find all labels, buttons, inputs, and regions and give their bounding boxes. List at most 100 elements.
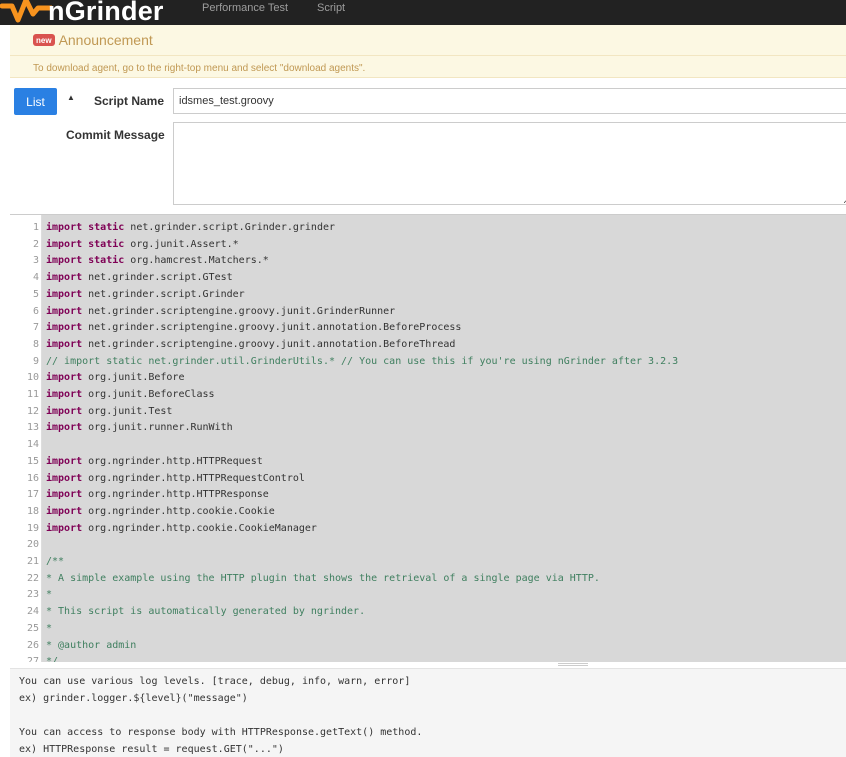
line-number: 15 <box>26 455 39 467</box>
line-number: 7 <box>32 322 39 334</box>
code-line[interactable]: 23 * <box>10 586 846 603</box>
code-keyword: import <box>46 489 83 501</box>
code-line[interactable]: 11 import org.junit.BeforeClass <box>10 386 846 403</box>
top-navbar: nGrinder Performance Test Script <box>0 0 846 25</box>
code-text: import net.grinder.script.Grinder <box>46 286 245 303</box>
code-text: import org.ngrinder.http.cookie.Cookie <box>46 503 275 520</box>
code-line[interactable]: 1 import static net.grinder.script.Grinde… <box>10 219 846 236</box>
code-keyword: import <box>46 455 83 467</box>
commit-message-input[interactable] <box>173 122 846 205</box>
code-text: import org.junit.Before <box>46 369 184 386</box>
collapse-caret-icon[interactable]: ▲ <box>67 93 75 102</box>
code-line[interactable]: 27 */ <box>10 653 846 662</box>
code-line[interactable]: 4 import net.grinder.script.GTest <box>10 269 846 286</box>
announcement-header[interactable]: new Announcement <box>10 25 846 56</box>
code-text: * <box>46 620 52 637</box>
code-line[interactable]: 3 import static org.hamcrest.Matchers.* <box>10 252 846 269</box>
code-text: import org.junit.runner.RunWith <box>46 419 233 436</box>
line-number: 11 <box>26 389 39 400</box>
code-text: * @author admin <box>46 637 136 654</box>
new-badge: new <box>33 34 55 46</box>
code-identifier: net.grinder.scriptengine.groovy.junit.an… <box>82 338 456 350</box>
code-identifier: org.junit.Before <box>82 372 185 384</box>
line-number: 20 <box>26 539 39 551</box>
code-line[interactable]: 17 import org.ngrinder.http.HTTPResponse <box>10 486 846 503</box>
script-help-panel: You can use various log levels. [trace, … <box>10 668 846 757</box>
nav-script[interactable]: Script <box>317 2 345 14</box>
code-line[interactable]: 6 import net.grinder.scriptengine.groovy.… <box>10 303 846 320</box>
line-number: 17 <box>26 489 39 501</box>
code-identifier: net.grinder.scriptengine.groovy.junit.Gr… <box>82 305 396 317</box>
code-comment: * @author admin <box>46 639 137 651</box>
code-line[interactable]: 2 import static org.junit.Assert.* <box>10 236 846 253</box>
code-comment: * <box>46 589 53 601</box>
code-line[interactable]: 10 import org.junit.Before <box>10 369 846 386</box>
code-line[interactable]: 8 import net.grinder.scriptengine.groovy.… <box>10 336 846 353</box>
code-line[interactable]: 18 import org.ngrinder.http.cookie.Cookie <box>10 503 846 520</box>
code-comment: /** <box>46 556 65 567</box>
code-line[interactable]: 20 <box>10 536 846 553</box>
script-name-label: Script Name <box>94 94 165 108</box>
code-text: * A simple example using the HTTP plugin… <box>46 570 600 587</box>
code-text: import static net.grinder.script.Grinder… <box>46 219 335 236</box>
line-number: 18 <box>26 505 39 517</box>
code-identifier: net.grinder.scriptengine.groovy.junit.an… <box>82 322 462 334</box>
help-line: ex) HTTPResponse result = request.GET(".… <box>19 744 284 755</box>
line-number: 6 <box>32 305 39 317</box>
ngrinder-logo[interactable]: nGrinder <box>0 0 164 25</box>
code-text: import org.junit.BeforeClass <box>46 386 215 403</box>
line-number: 24 <box>26 606 39 618</box>
code-text: import static org.hamcrest.Matchers.* <box>46 252 269 269</box>
code-line[interactable]: 16 import org.ngrinder.http.HTTPRequestCo… <box>10 470 846 487</box>
code-keyword: import <box>46 272 83 284</box>
code-keyword: import <box>46 305 83 317</box>
code-line[interactable]: 24 * This script is automatically generat… <box>10 603 846 620</box>
code-keyword: import static <box>46 255 125 267</box>
code-comment: * This script is automatically generated… <box>46 606 366 618</box>
line-number: 3 <box>32 255 39 267</box>
code-keyword: import <box>46 389 83 400</box>
logo-text: nGrinder <box>48 0 164 25</box>
script-name-input[interactable] <box>173 88 846 114</box>
code-line[interactable]: 9 // import static net.grinder.util.Grind… <box>10 353 846 370</box>
code-keyword: import <box>46 405 83 417</box>
help-line: You can access to response body with HTT… <box>19 727 423 738</box>
code-line[interactable]: 12 import org.junit.Test <box>10 403 846 420</box>
code-comment: // import static net.grinder.util.Grinde… <box>46 355 679 367</box>
code-line[interactable]: 13 import org.junit.runner.RunWith <box>10 419 846 436</box>
line-number: 8 <box>32 338 39 350</box>
help-line: You can use various log levels. [trace, … <box>19 676 411 687</box>
script-code-editor[interactable]: 1 import static net.grinder.script.Grinde… <box>10 214 846 662</box>
list-button[interactable]: List <box>14 88 57 115</box>
code-identifier: org.hamcrest.Matchers.* <box>124 255 269 267</box>
line-number: 14 <box>26 439 39 451</box>
code-comment: * A simple example using the HTTP plugin… <box>46 572 600 584</box>
code-line[interactable]: 25 * <box>10 620 846 637</box>
code-line[interactable]: 7 import net.grinder.scriptengine.groovy.… <box>10 319 846 336</box>
code-identifier: org.junit.runner.RunWith <box>82 422 233 434</box>
code-text: import net.grinder.scriptengine.groovy.j… <box>46 336 455 353</box>
line-number: 19 <box>26 522 39 534</box>
code-line[interactable]: 14 <box>10 436 846 453</box>
code-line[interactable]: 5 import net.grinder.script.Grinder <box>10 286 846 303</box>
announcement-body: To download agent, go to the right-top m… <box>33 63 366 74</box>
line-number: 12 <box>26 405 39 417</box>
code-identifier: org.junit.Test <box>82 405 173 417</box>
line-number: 13 <box>26 422 39 434</box>
line-number: 16 <box>26 472 39 484</box>
code-line[interactable]: 15 import org.ngrinder.http.HTTPRequest <box>10 453 846 470</box>
code-identifier: org.ngrinder.http.HTTPResponse <box>82 489 269 501</box>
code-text: // import static net.grinder.util.Grinde… <box>46 353 678 370</box>
nav-performance-test[interactable]: Performance Test <box>202 2 288 14</box>
code-keyword: import <box>46 522 83 534</box>
code-line[interactable]: 21 /** <box>10 553 846 570</box>
help-line: ex) grinder.logger.${level}("message") <box>19 693 248 704</box>
code-identifier: net.grinder.script.GTest <box>82 272 233 284</box>
code-comment: */ <box>46 656 59 662</box>
line-number: 4 <box>32 272 39 284</box>
editor-resize-handle[interactable] <box>558 663 588 666</box>
code-line[interactable]: 22 * A simple example using the HTTP plug… <box>10 570 846 587</box>
code-line[interactable]: 26 * @author admin <box>10 637 846 654</box>
code-text: import org.ngrinder.http.cookie.CookieMa… <box>46 520 317 537</box>
code-line[interactable]: 19 import org.ngrinder.http.cookie.Cookie… <box>10 520 846 537</box>
